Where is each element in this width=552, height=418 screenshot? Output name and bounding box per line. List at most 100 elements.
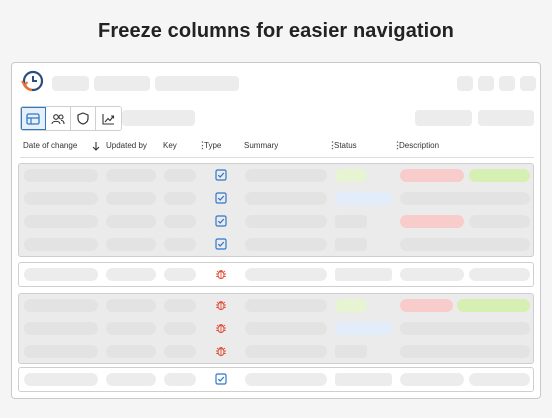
updated-by-cell [106,299,156,312]
window-action-placeholder[interactable] [457,76,473,91]
table-row[interactable] [19,164,533,187]
summary-cell [245,215,327,228]
key-cell [164,345,196,358]
date-cell [24,192,98,205]
updated-by-cell [106,345,156,358]
toolbar-placeholder[interactable] [52,76,89,91]
settings-placeholder[interactable] [478,110,534,126]
summary-cell [245,192,327,205]
window-action-placeholder[interactable] [520,76,536,91]
column-header-status[interactable]: Status [334,141,357,150]
description-tag [469,268,530,281]
task-checkbox-icon [215,169,227,181]
table-row[interactable] [19,340,533,363]
summary-cell [245,322,327,335]
key-cell [164,299,196,312]
date-cell [24,169,98,182]
updated-by-cell [106,215,156,228]
date-cell [24,322,98,335]
app-window: Date of change Updated by Key ⋮ Type Sum… [11,62,541,399]
description-tag [400,299,453,312]
status-cell [335,268,392,281]
table-row[interactable] [19,263,533,286]
task-checkbox-icon [215,373,227,385]
bug-icon [216,270,226,280]
summary-cell [245,299,327,312]
column-header-type[interactable]: Type [204,141,221,150]
status-cell [335,192,392,205]
table-row[interactable] [19,368,533,391]
history-clock-logo-icon [21,70,44,92]
date-cell [24,373,98,386]
date-cell [24,238,98,251]
key-cell [164,322,196,335]
table-row[interactable] [19,317,533,340]
key-cell [164,192,196,205]
users-icon [51,113,65,124]
updated-by-cell [106,192,156,205]
header-divider [20,157,534,158]
summary-cell [245,373,327,386]
task-checkbox-icon [215,215,227,227]
updated-by-cell [106,169,156,182]
frozen-row-group [18,163,534,257]
key-cell [164,215,196,228]
search-placeholder[interactable] [415,110,472,126]
key-cell [164,238,196,251]
key-cell [164,373,196,386]
description-tag [469,215,530,228]
security-view-button[interactable] [71,107,96,130]
filter-placeholder[interactable] [122,110,195,126]
status-cell [335,238,367,251]
page-headline: Freeze columns for easier navigation [98,20,454,42]
summary-cell [245,345,327,358]
column-header-summary[interactable]: Summary [244,141,278,150]
toolbar-placeholder[interactable] [155,76,239,91]
chart-view-button[interactable] [96,107,121,130]
bug-icon [216,347,226,357]
column-header-key[interactable]: Key [163,141,177,150]
window-action-placeholder[interactable] [499,76,515,91]
summary-cell [245,238,327,251]
description-cell [400,192,530,205]
summary-cell [245,169,327,182]
table-row[interactable] [19,294,533,317]
table-row[interactable] [19,210,533,233]
status-cell [335,345,367,358]
shield-icon [77,112,89,125]
row-group [18,367,534,392]
table-view-button[interactable] [21,107,46,130]
description-cell [400,345,530,358]
table-header: Date of change Updated by Key ⋮ Type Sum… [20,139,534,157]
updated-by-cell [106,373,156,386]
table-row[interactable] [19,233,533,256]
column-header-date[interactable]: Date of change [23,141,77,150]
key-cell [164,169,196,182]
summary-cell [245,268,327,281]
description-tag [469,373,530,386]
description-tag [400,373,464,386]
window-action-placeholder[interactable] [478,76,494,91]
description-cell [400,322,530,335]
frozen-row-group [18,293,534,364]
description-tag [400,268,464,281]
task-checkbox-icon [215,238,227,250]
toolbar-placeholder[interactable] [94,76,150,91]
column-header-description[interactable]: Description [399,141,439,150]
description-tag [469,169,530,182]
table-row[interactable] [19,187,533,210]
bug-icon [216,301,226,311]
sort-descending-icon[interactable] [92,141,100,151]
date-cell [24,345,98,358]
status-cell [335,373,392,386]
view-switcher [20,106,122,131]
row-group [18,262,534,287]
status-cell [335,322,392,335]
status-cell [335,215,367,228]
users-view-button[interactable] [46,107,71,130]
status-cell [335,169,367,182]
column-header-updated-by[interactable]: Updated by [106,141,147,150]
date-cell [24,268,98,281]
updated-by-cell [106,268,156,281]
description-tag [400,215,464,228]
